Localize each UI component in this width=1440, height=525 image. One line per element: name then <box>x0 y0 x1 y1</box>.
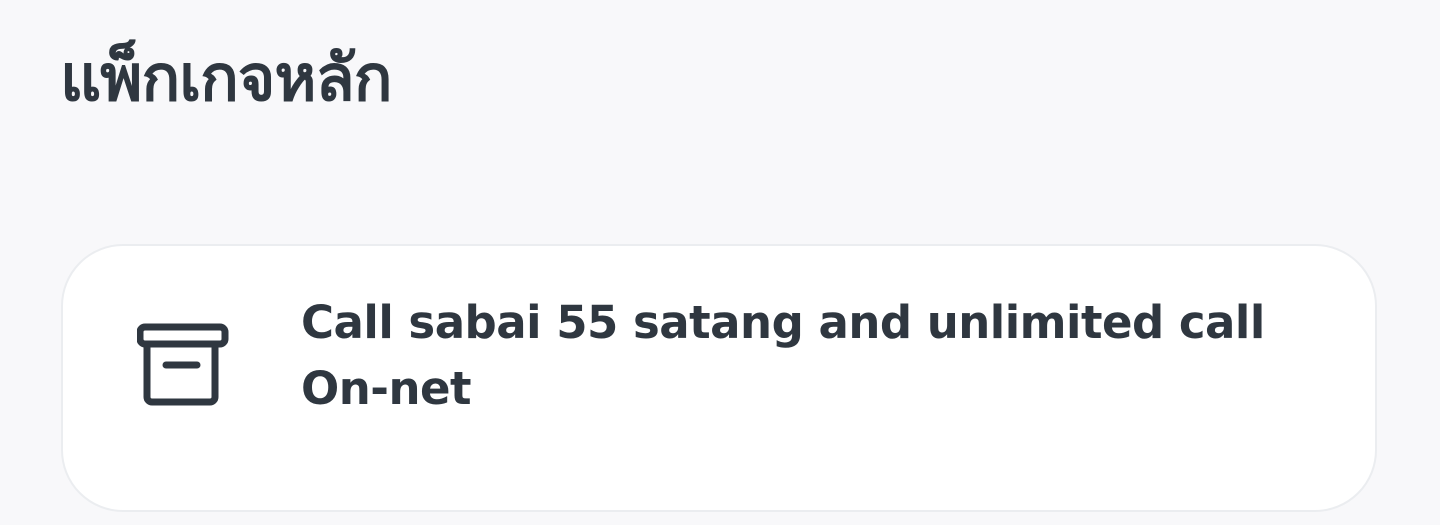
section-title: แพ็กเกจหลัก <box>60 42 392 116</box>
package-name-line-1: Call sabai 55 satang and unlimited call <box>301 296 1265 349</box>
package-name-line-2: On-net <box>301 362 472 415</box>
archive-box-icon <box>137 322 229 414</box>
main-package-card[interactable]: Call sabai 55 satang and unlimited call … <box>61 244 1377 512</box>
package-name: Call sabai 55 satang and unlimited call … <box>301 290 1311 422</box>
